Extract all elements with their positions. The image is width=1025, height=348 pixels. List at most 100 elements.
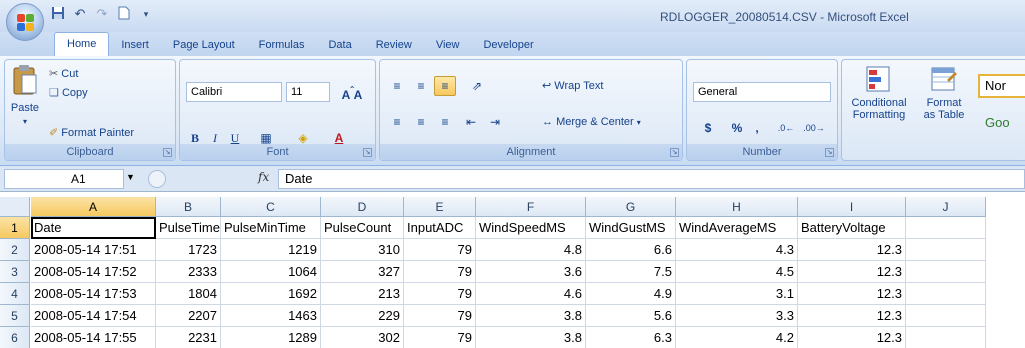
cell-e2[interactable]: 79 <box>404 239 476 261</box>
cell-d6[interactable]: 302 <box>321 327 404 348</box>
tab-insert[interactable]: Insert <box>109 34 161 56</box>
cell-g6[interactable]: 6.3 <box>586 327 676 348</box>
insert-function-button[interactable]: fx <box>258 170 269 184</box>
name-box[interactable]: A1 <box>4 169 124 189</box>
formula-input[interactable]: Date <box>278 169 1025 189</box>
cell-f1[interactable]: WindSpeedMS <box>476 217 586 239</box>
cancel-entry-icon[interactable] <box>148 170 166 188</box>
new-doc-icon[interactable] <box>116 6 132 22</box>
row-header-6[interactable]: 6 <box>0 327 30 348</box>
cell-g1[interactable]: WindGustMS <box>586 217 676 239</box>
cell-f4[interactable]: 4.6 <box>476 283 586 305</box>
cell-h2[interactable]: 4.3 <box>676 239 798 261</box>
cell-j2[interactable] <box>906 239 986 261</box>
cell-f3[interactable]: 3.6 <box>476 261 586 283</box>
cell-i2[interactable]: 12.3 <box>798 239 906 261</box>
tab-developer[interactable]: Developer <box>471 34 545 56</box>
column-header-a[interactable]: A <box>31 197 156 217</box>
cell-e6[interactable]: 79 <box>404 327 476 348</box>
column-header-h[interactable]: H <box>676 197 798 217</box>
cell-d5[interactable]: 229 <box>321 305 404 327</box>
decrease-decimal-icon[interactable]: .00→ <box>801 118 827 138</box>
cell-a5[interactable]: 2008-05-14 17:54 <box>31 305 156 327</box>
tab-review[interactable]: Review <box>364 34 424 56</box>
redo-icon[interactable]: ↷ <box>94 6 110 22</box>
cell-i5[interactable]: 12.3 <box>798 305 906 327</box>
cell-c3[interactable]: 1064 <box>221 261 321 283</box>
column-header-d[interactable]: D <box>321 197 404 217</box>
cell-d4[interactable]: 213 <box>321 283 404 305</box>
cell-f2[interactable]: 4.8 <box>476 239 586 261</box>
cell-d1[interactable]: PulseCount <box>321 217 404 239</box>
cell-j1[interactable] <box>906 217 986 239</box>
cell-i6[interactable]: 12.3 <box>798 327 906 348</box>
cell-j5[interactable] <box>906 305 986 327</box>
cell-c6[interactable]: 1289 <box>221 327 321 348</box>
column-header-e[interactable]: E <box>404 197 476 217</box>
cell-b2[interactable]: 1723 <box>156 239 221 261</box>
save-icon[interactable] <box>50 6 66 22</box>
tab-formulas[interactable]: Formulas <box>247 34 317 56</box>
cell-e5[interactable]: 79 <box>404 305 476 327</box>
cell-j6[interactable] <box>906 327 986 348</box>
cell-f6[interactable]: 3.8 <box>476 327 586 348</box>
cell-g4[interactable]: 4.9 <box>586 283 676 305</box>
cell-a4[interactable]: 2008-05-14 17:53 <box>31 283 156 305</box>
alignment-launcher-icon[interactable]: ↘ <box>670 148 679 157</box>
font-family-select[interactable]: Calibri <box>186 82 282 102</box>
cell-h5[interactable]: 3.3 <box>676 305 798 327</box>
paste-button[interactable]: Paste ▾ <box>9 64 41 130</box>
cell-e3[interactable]: 79 <box>404 261 476 283</box>
cell-a2[interactable]: 2008-05-14 17:51 <box>31 239 156 261</box>
format-as-table-button[interactable]: Format as Table <box>916 64 972 121</box>
conditional-formatting-button[interactable]: Conditional Formatting <box>846 64 912 121</box>
row-header-2[interactable]: 2 <box>0 239 30 261</box>
column-header-b[interactable]: B <box>156 197 221 217</box>
align-center-icon[interactable]: ≡ <box>410 112 432 132</box>
increase-decimal-icon[interactable]: .0← <box>773 118 799 138</box>
style-normal[interactable]: Nor <box>978 74 1025 98</box>
cell-c1[interactable]: PulseMinTime <box>221 217 321 239</box>
cell-g2[interactable]: 6.6 <box>586 239 676 261</box>
undo-icon[interactable]: ↶ <box>72 6 88 22</box>
cell-d3[interactable]: 327 <box>321 261 404 283</box>
cell-h3[interactable]: 4.5 <box>676 261 798 283</box>
comma-button[interactable]: , <box>749 118 765 138</box>
percent-button[interactable]: % <box>727 118 747 138</box>
cut-button[interactable]: ✂ Cut <box>49 65 78 83</box>
cell-a3[interactable]: 2008-05-14 17:52 <box>31 261 156 283</box>
cell-g3[interactable]: 7.5 <box>586 261 676 283</box>
tab-page-layout[interactable]: Page Layout <box>161 34 247 56</box>
office-button[interactable] <box>6 3 44 41</box>
cell-i3[interactable]: 12.3 <box>798 261 906 283</box>
cell-h1[interactable]: WindAverageMS <box>676 217 798 239</box>
number-format-select[interactable]: General <box>693 82 831 102</box>
copy-button[interactable]: ❏ Copy <box>49 84 88 102</box>
cell-h4[interactable]: 3.1 <box>676 283 798 305</box>
row-header-5[interactable]: 5 <box>0 305 30 327</box>
cell-i1[interactable]: BatteryVoltage <box>798 217 906 239</box>
style-good[interactable]: Goo <box>980 112 1025 136</box>
font-size-select[interactable]: 11 <box>286 82 330 102</box>
column-header-c[interactable]: C <box>221 197 321 217</box>
cell-i4[interactable]: 12.3 <box>798 283 906 305</box>
align-left-icon[interactable]: ≡ <box>386 112 408 132</box>
cell-b3[interactable]: 2333 <box>156 261 221 283</box>
column-header-i[interactable]: I <box>798 197 906 217</box>
align-bottom-icon[interactable]: ≡ <box>434 76 456 96</box>
cell-b6[interactable]: 2231 <box>156 327 221 348</box>
tab-data[interactable]: Data <box>316 34 363 56</box>
font-launcher-icon[interactable]: ↘ <box>363 148 372 157</box>
clipboard-launcher-icon[interactable]: ↘ <box>163 148 172 157</box>
cell-g5[interactable]: 5.6 <box>586 305 676 327</box>
cell-h6[interactable]: 4.2 <box>676 327 798 348</box>
cell-a1[interactable]: Date <box>31 217 156 239</box>
select-all-button[interactable] <box>0 197 30 217</box>
align-right-icon[interactable]: ≡ <box>434 112 456 132</box>
decrease-indent-icon[interactable]: ⇤ <box>460 112 482 132</box>
cell-e4[interactable]: 79 <box>404 283 476 305</box>
format-painter-button[interactable]: ✐ Format Painter <box>49 124 134 142</box>
currency-button[interactable]: $ <box>693 118 723 138</box>
cell-d2[interactable]: 310 <box>321 239 404 261</box>
cell-b1[interactable]: PulseTime <box>156 217 221 239</box>
